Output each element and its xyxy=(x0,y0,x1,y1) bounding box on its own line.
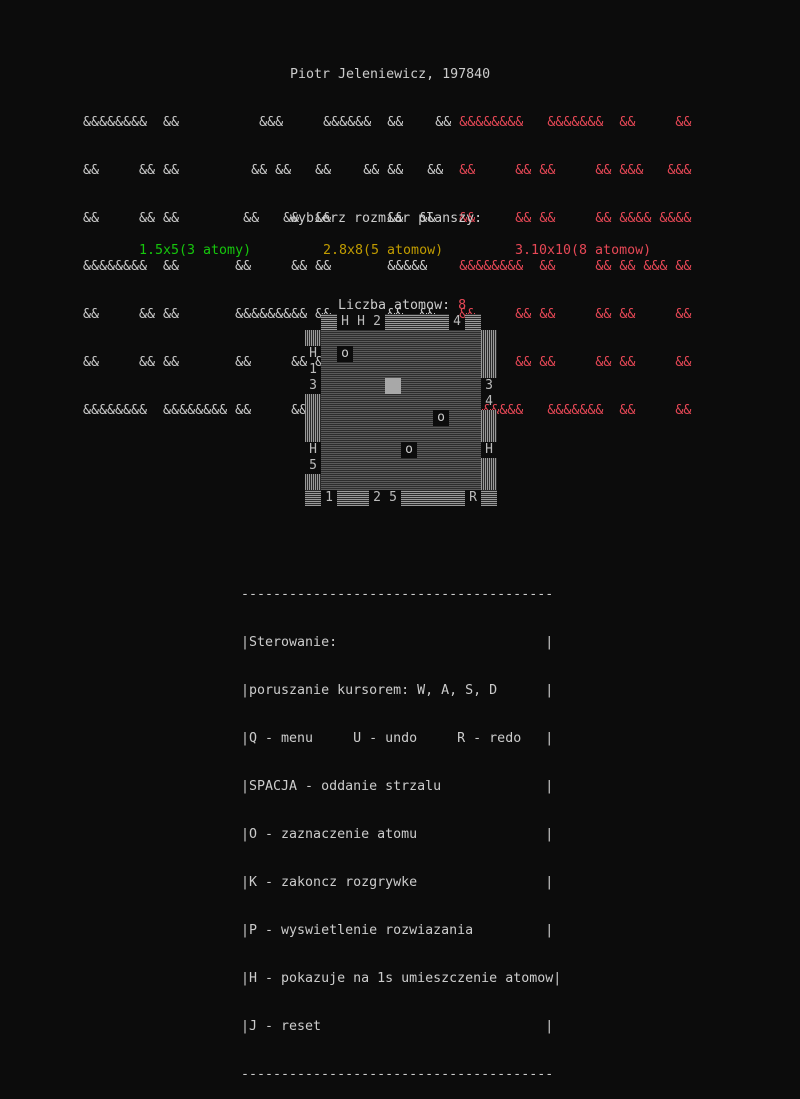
controls-line: |poruszanie kursorem: W, A, S, D | xyxy=(241,683,554,698)
banner-row: && && && && && && && && && && && && && &… xyxy=(83,163,692,178)
controls-border-top: --------------------------------------- xyxy=(241,587,554,602)
marker-left[interactable]: 3 xyxy=(305,378,321,394)
board-edge-cell[interactable] xyxy=(481,346,497,362)
size-option-8x8[interactable]: 2.8x8(5 atomow) xyxy=(323,243,443,259)
board-edge-cell[interactable] xyxy=(305,330,321,346)
marker-bottom[interactable]: R xyxy=(465,490,481,506)
marker-left[interactable]: 1 xyxy=(305,362,321,378)
size-prompt: wybierz rozmiar planszy: xyxy=(290,211,483,226)
marker-left[interactable]: H xyxy=(305,346,321,362)
board-edge-cell[interactable] xyxy=(481,458,497,474)
board-edge-cell[interactable] xyxy=(433,490,449,506)
board-edge-cell[interactable] xyxy=(305,410,321,426)
controls-line: |H - pokazuje na 1s umieszczenie atomow| xyxy=(241,971,562,986)
board-edge-cell[interactable] xyxy=(465,314,481,330)
board-edge-cell[interactable] xyxy=(401,490,417,506)
controls-line: |Q - menu U - undo R - redo | xyxy=(241,731,554,746)
board-edge-cell[interactable] xyxy=(417,490,433,506)
atoms-counter-value: 8 xyxy=(458,298,467,313)
atom-mark[interactable]: o xyxy=(433,410,449,426)
game-board[interactable]: H H 2 4 H 1 3 H 5 3 4 H 1 2 5 R o o o xyxy=(305,314,497,506)
controls-title: Sterowanie: xyxy=(249,635,338,650)
board-edge-cell[interactable] xyxy=(321,314,337,330)
atom-mark[interactable]: o xyxy=(337,346,353,362)
board-edge-cell[interactable] xyxy=(305,426,321,442)
controls-title-row: |Sterowanie: | xyxy=(241,635,554,650)
board-edge-cell[interactable] xyxy=(385,314,401,330)
marker-left[interactable]: H xyxy=(305,442,321,458)
board-edge-cell[interactable] xyxy=(433,314,449,330)
marker-top[interactable]: 4 xyxy=(449,314,465,330)
board-corner xyxy=(305,490,321,506)
board-edge-cell[interactable] xyxy=(353,490,369,506)
controls-line: |SPACJA - oddanie strzalu | xyxy=(241,779,554,794)
atom-mark[interactable]: o xyxy=(401,442,417,458)
board-edge-cell[interactable] xyxy=(305,394,321,410)
board-edge-cell[interactable] xyxy=(481,426,497,442)
controls-line: |P - wyswietlenie rozwiazania | xyxy=(241,923,554,938)
controls-border-bottom: --------------------------------------- xyxy=(241,1067,554,1082)
board-edge-cell[interactable] xyxy=(481,362,497,378)
board-corner xyxy=(481,490,497,506)
marker-right[interactable]: 4 xyxy=(481,394,497,410)
size-option-10x10[interactable]: 3.10x10(8 atomow) xyxy=(515,243,651,259)
marker-bottom[interactable]: 2 xyxy=(369,490,385,506)
marker-right[interactable]: 3 xyxy=(481,378,497,394)
marker-left[interactable]: 5 xyxy=(305,458,321,474)
atoms-counter-label: Liczba atomow: xyxy=(338,298,459,313)
marker-top[interactable]: 2 xyxy=(369,314,385,330)
board-edge-cell[interactable] xyxy=(417,314,433,330)
marker-top[interactable]: H xyxy=(337,314,353,330)
marker-bottom[interactable]: 5 xyxy=(385,490,401,506)
controls-line: |J - reset | xyxy=(241,1019,554,1034)
board-edge-cell[interactable] xyxy=(401,314,417,330)
board-edge-cell[interactable] xyxy=(337,490,353,506)
author-line: Piotr Jeleniewicz, 197840 xyxy=(290,67,491,82)
marker-bottom[interactable]: 1 xyxy=(321,490,337,506)
marker-top[interactable]: H xyxy=(353,314,369,330)
marker-right[interactable]: H xyxy=(481,442,497,458)
controls-line: |O - zaznaczenie atomu | xyxy=(241,827,554,842)
banner-row: &&&&&&&& && && && && &&&&& &&&&&&&& && &… xyxy=(83,259,692,274)
atoms-counter: Liczba atomow: 8 xyxy=(338,298,466,314)
controls-line: |K - zakoncz rozgrywke | xyxy=(241,875,554,890)
board-edge-cell[interactable] xyxy=(481,330,497,346)
board-edge-cell[interactable] xyxy=(449,490,465,506)
board-edge-cell[interactable] xyxy=(481,474,497,490)
board-edge-cell[interactable] xyxy=(305,474,321,490)
controls-panel: --------------------------------------- … xyxy=(241,555,561,1099)
board-cursor[interactable] xyxy=(385,378,401,394)
banner-row: &&&&&&&& && &&& &&&&&& && && &&&&&&&& &&… xyxy=(83,115,692,130)
board-edge-cell[interactable] xyxy=(481,410,497,426)
size-option-5x5[interactable]: 1.5x5(3 atomy) xyxy=(139,243,251,259)
